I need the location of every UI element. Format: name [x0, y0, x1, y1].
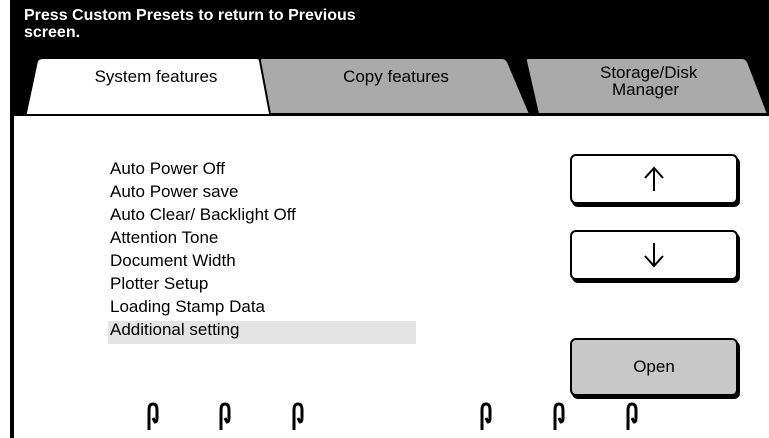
tab-system-features[interactable]: System features: [22, 56, 290, 122]
scroll-up-button[interactable]: [570, 154, 738, 204]
tab-shape: [22, 57, 288, 122]
menu-item-additional-setting[interactable]: Additional setting: [108, 321, 416, 344]
arrow-up-icon: [644, 166, 664, 191]
clip-icon: [219, 402, 231, 430]
tab-label-line1: Storage/Disk: [600, 63, 698, 82]
open-button[interactable]: Open: [570, 338, 738, 396]
tab-shape: [258, 57, 532, 115]
tab-label-line2: Manager: [612, 80, 680, 99]
menu-item-auto-power-save[interactable]: Auto Power save: [108, 183, 416, 206]
content-panel: Auto Power Off Auto Power save Auto Clea…: [12, 114, 769, 438]
menu-item-auto-power-off[interactable]: Auto Power Off: [108, 160, 416, 183]
menu-item-document-width[interactable]: Document Width: [108, 252, 416, 275]
clip-icon: [626, 402, 638, 430]
menu-item-plotter-setup[interactable]: Plotter Setup: [108, 275, 416, 298]
tab-storage-disk-manager[interactable]: Storage/Disk Manager: [520, 56, 769, 122]
tab-label: Copy features: [343, 67, 449, 86]
clip-icon: [292, 402, 304, 430]
menu-item-loading-stamp-data[interactable]: Loading Stamp Data: [108, 298, 416, 321]
tab-label: System features: [94, 67, 218, 86]
arrow-down-icon: [644, 243, 664, 268]
clip-icon: [147, 402, 159, 430]
tab-copy-features[interactable]: Copy features: [256, 56, 536, 122]
menu-item-auto-clear-backlight-off[interactable]: Auto Clear/ Backlight Off: [108, 206, 416, 229]
menu-item-attention-tone[interactable]: Attention Tone: [108, 229, 416, 252]
clip-icon: [553, 402, 565, 430]
scroll-down-button[interactable]: [570, 230, 738, 280]
clip-icon: [480, 402, 492, 430]
header-message: Press Custom Presets to return to Previo…: [24, 7, 356, 41]
settings-menu: Auto Power Off Auto Power save Auto Clea…: [108, 160, 416, 344]
